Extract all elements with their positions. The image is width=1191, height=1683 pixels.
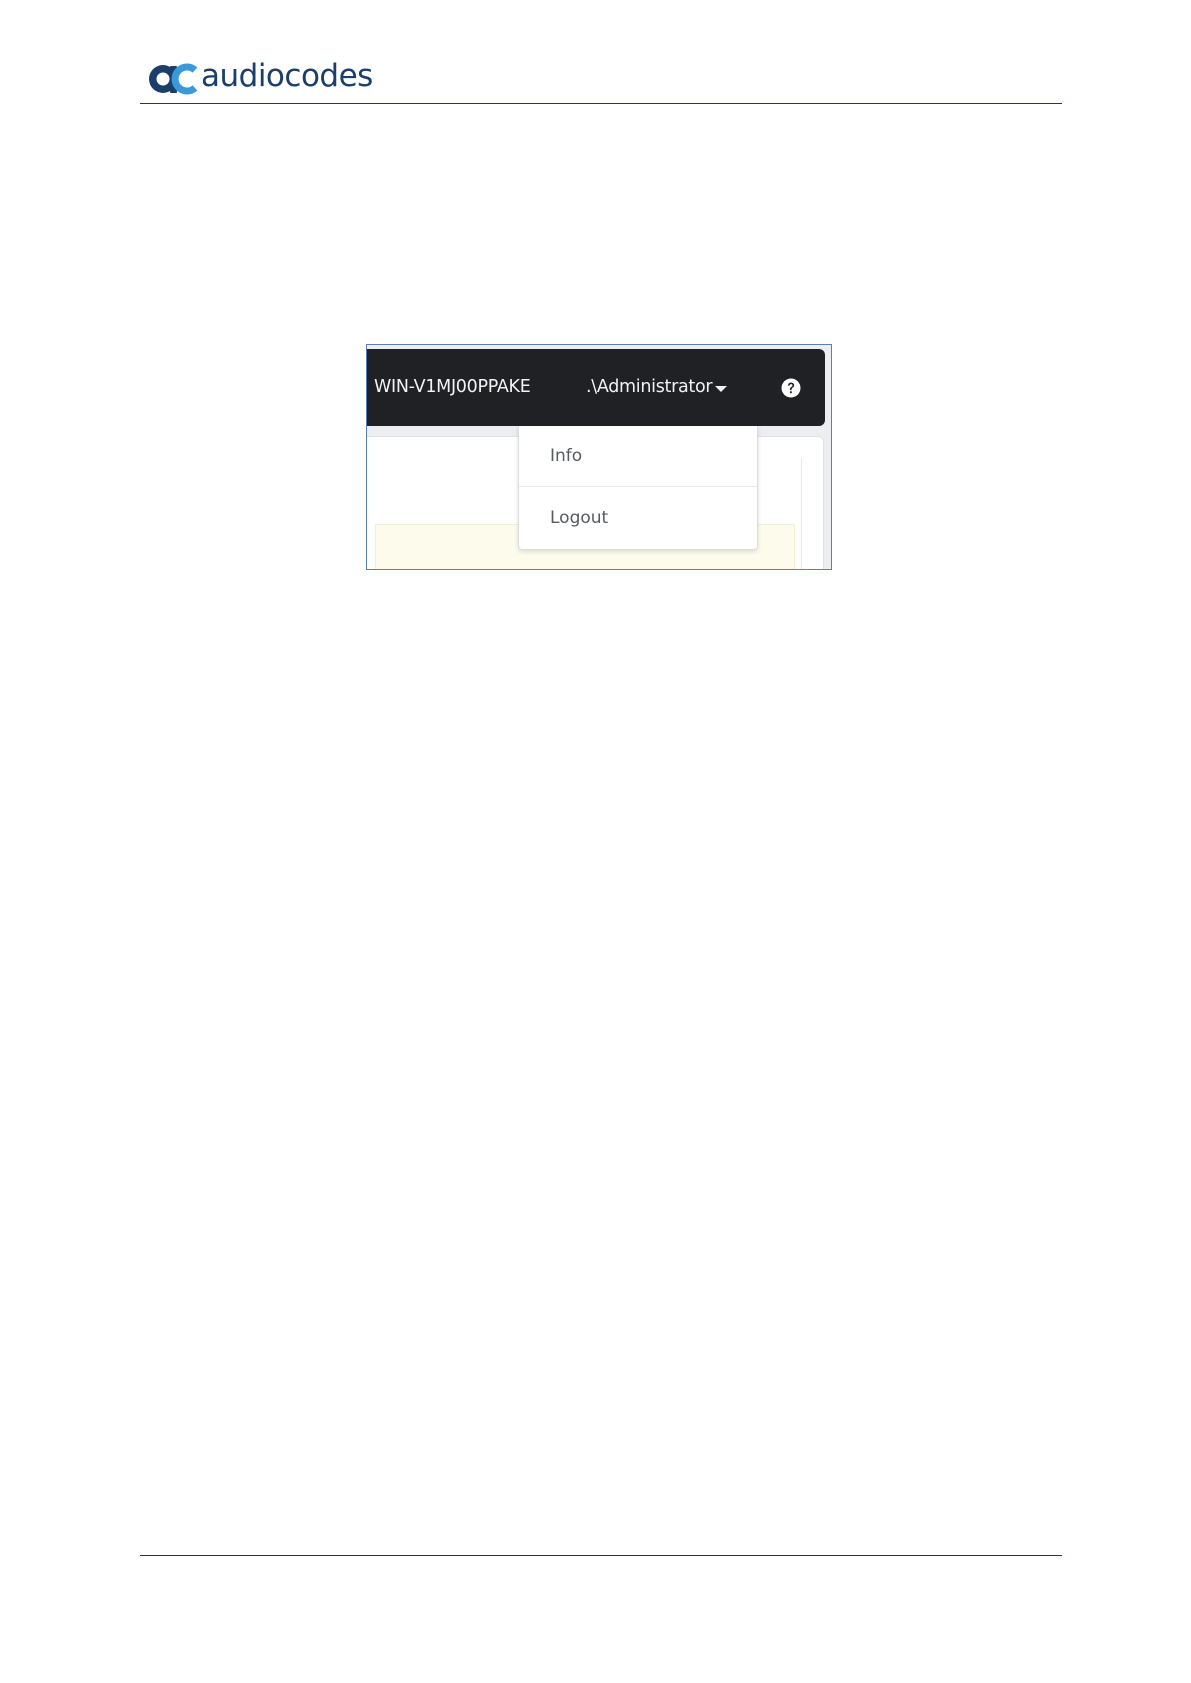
audiocodes-ac-logo-icon [149,63,198,95]
caret-down-icon [715,385,728,392]
user-menu-label: .\Administrator [586,377,713,397]
menu-item-info[interactable]: Info [519,426,757,487]
server-hostname: WIN-V1MJ00PPAKE [374,377,531,397]
content-divider [801,458,802,569]
top-navigation-bar: WIN-V1MJ00PPAKE .\Administrator [367,349,825,426]
audiocodes-logo: audiocodes [146,58,373,98]
user-menu-toggle[interactable]: .\Administrator [586,377,728,397]
logo-wordmark: audiocodes [201,57,373,94]
screenshot-figure: WIN-V1MJ00PPAKE .\Administrator Info Log… [366,344,832,570]
header-divider [140,103,1062,104]
question-circle-icon[interactable] [781,378,801,398]
footer-divider [140,1555,1062,1556]
menu-item-logout[interactable]: Logout [519,487,757,549]
user-dropdown-menu: Info Logout [518,426,758,550]
